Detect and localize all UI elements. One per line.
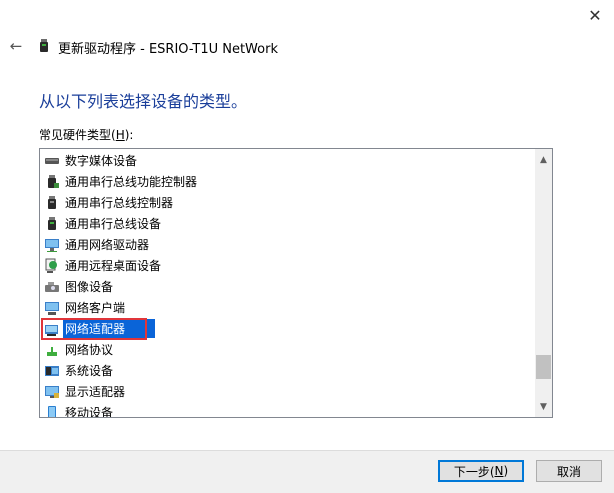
network-client-icon [45,301,59,315]
usb-device-icon [40,39,48,52]
list-item[interactable]: 显示适配器 [44,381,127,402]
list-item[interactable]: 通用串行总线控制器 [44,192,175,213]
back-arrow-icon: ← [9,37,23,55]
list-item-label: 网络客户端 [65,301,126,315]
page-heading: 从以下列表选择设备的类型。 [39,92,248,111]
list-item[interactable]: 通用远程桌面设备 [44,255,163,276]
list-item-label: 通用串行总线控制器 [65,196,174,210]
usb-function-controller-icon [48,174,59,188]
list-item-label: 系统设备 [65,364,114,378]
hardware-type-label-suffix: ): [124,128,134,142]
list-item[interactable]: 网络适配器 [44,318,156,339]
digital-media-icon [45,157,59,164]
back-button[interactable]: ← [6,36,26,56]
next-button-suffix: ) [503,464,509,478]
list-item[interactable]: 通用串行总线功能控制器 [44,171,199,192]
dialog-title: 更新驱动程序 - ESRIO-T1U NetWork [58,42,278,57]
list-item[interactable]: 数字媒体设备 [44,150,139,171]
usb-device-icon [48,216,56,230]
next-button-prefix: 下一步( [453,464,495,479]
network-drive-icon [45,238,59,252]
system-device-icon [45,365,59,376]
scroll-thumb[interactable] [536,355,551,379]
hardware-type-list[interactable]: 数字媒体设备通用串行总线功能控制器 通用串行总线控制器 通用串行总线设备 通用网络驱动… [39,148,553,418]
list-item-label: 通用串行总线功能控制器 [65,175,198,189]
close-button[interactable]: ✕ [582,4,608,26]
hardware-type-list-items: 数字媒体设备通用串行总线功能控制器 通用串行总线控制器 通用串行总线设备 通用网络驱动… [40,149,535,417]
chevron-up-icon: ▲ [540,154,547,165]
list-item-label: 数字媒体设备 [65,154,138,168]
list-item-label: 图像设备 [65,280,114,294]
next-button[interactable]: 下一步(N) [438,460,524,482]
cancel-button[interactable]: 取消 [536,460,602,482]
list-item-label: 通用网络驱动器 [65,238,150,252]
list-item-label: 通用远程桌面设备 [65,259,162,273]
display-adapter-icon [45,385,59,398]
chevron-down-icon: ▼ [540,401,547,412]
list-item-label: 通用串行总线设备 [65,217,162,231]
next-button-accel: N [494,464,504,478]
network-protocol-icon [47,346,57,356]
imaging-device-icon [45,281,59,292]
list-item[interactable]: 网络客户端 [44,297,127,318]
mobile-device-icon [48,405,56,417]
list-scrollbar[interactable]: ▲ ▼ [535,149,552,417]
list-item[interactable]: 通用网络驱动器 [44,234,151,255]
list-item[interactable]: 图像设备 [44,276,115,297]
hardware-type-label-accel: H [115,128,125,142]
scroll-up-button[interactable]: ▲ [535,151,552,168]
list-item-label: 显示适配器 [65,385,126,399]
usb-controller-icon [48,195,56,209]
close-icon: ✕ [588,5,602,25]
scroll-down-button[interactable]: ▼ [535,398,552,415]
list-item[interactable]: 移动设备 [44,402,115,418]
list-item[interactable]: 通用串行总线设备 [44,213,163,234]
network-adapter-icon [45,324,58,336]
hardware-type-label-prefix: 常见硬件类型( [39,128,116,142]
list-item-label: 移动设备 [65,406,114,418]
remote-desktop-icon [45,258,57,273]
list-item[interactable]: 网络协议 [44,339,115,360]
hardware-type-label: 常见硬件类型(H): [39,126,133,143]
list-item-label: 网络适配器 [63,319,156,338]
list-item-label: 网络协议 [65,343,114,357]
list-item[interactable]: 系统设备 [44,360,115,381]
